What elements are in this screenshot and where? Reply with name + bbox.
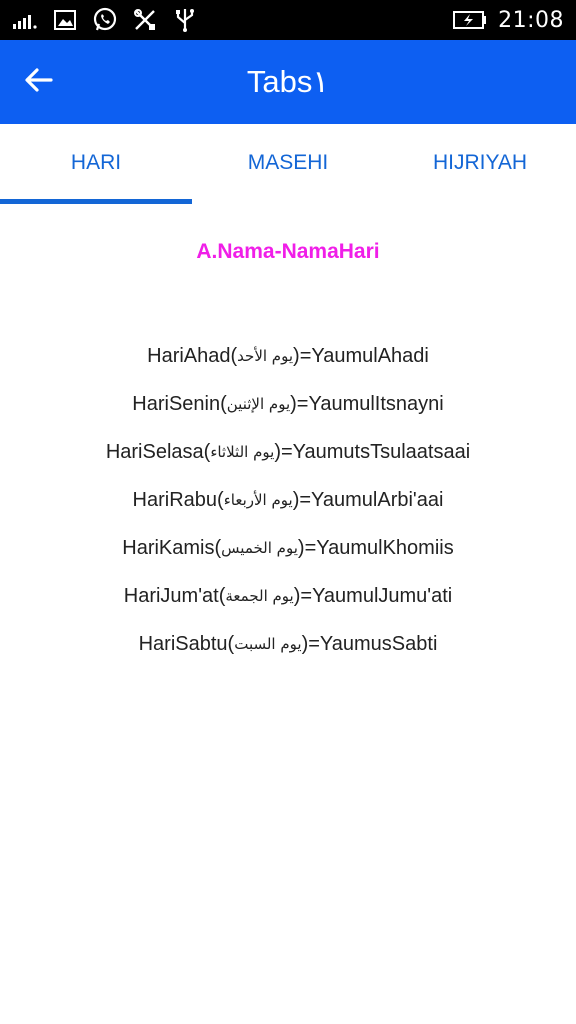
latin-name: HariJum'at( [123, 584, 226, 607]
transliteration: )=YaumulKhomiis [297, 536, 454, 559]
tab-label: HIJRIYAH [432, 151, 528, 174]
tab-hijriyah[interactable]: HIJRIYAH [384, 124, 576, 204]
page-title: Tabs١ [246, 64, 330, 99]
list-item: HariRabu(يوم الأربعاء)=YaumulArbi'aai [0, 476, 576, 524]
status-bar: 21:08 [0, 0, 576, 40]
tab-bar: HARI MASEHI HIJRIYAH [0, 124, 576, 204]
usb-icon [172, 7, 198, 33]
tab-hari[interactable]: HARI [0, 124, 192, 204]
transliteration: )=YaumutsTsulaatsaai [274, 440, 471, 463]
transliteration: )=YaumulAhadi [293, 344, 429, 367]
tab-label: HARI [70, 151, 122, 174]
status-icons-right: 21:08 [452, 7, 564, 33]
list-item: HariSenin(يوم الإثنين)=YaumulItsnayni [0, 380, 576, 428]
section-title: A.Nama-NamaHari [196, 240, 380, 263]
latin-name: HariAhad( [147, 344, 238, 367]
latin-name: HariKamis( [122, 536, 222, 559]
arabic-name: يوم الأربعاء [223, 491, 293, 509]
arabic-name: يوم الإثنين [226, 395, 291, 413]
latin-name: HariSabtu( [138, 632, 235, 655]
latin-name: HariSelasa( [105, 440, 211, 463]
arabic-name: يوم السبت [234, 635, 302, 653]
status-time: 21:08 [498, 7, 564, 33]
list-item: HariSabtu(يوم السبت)=YaumusSabti [0, 620, 576, 668]
transliteration: )=YaumusSabti [301, 632, 438, 655]
list-item: HariJum'at(يوم الجمعة)=YaumulJumu'ati [0, 572, 576, 620]
tools-icon [132, 7, 158, 33]
app-bar: Tabs١ [0, 40, 576, 124]
arabic-name: يوم الثلاثاء [210, 443, 275, 461]
tab-masehi[interactable]: MASEHI [192, 124, 384, 204]
signal-icon [12, 7, 38, 33]
arabic-name: يوم الأحد [237, 347, 294, 365]
tab-label: MASEHI [247, 151, 329, 174]
transliteration: )=YaumulArbi'aai [292, 488, 444, 511]
image-icon [52, 7, 78, 33]
list-item: HariSelasa(يوم الثلاثاء)=YaumutsTsulaats… [0, 428, 576, 476]
latin-name: HariRabu( [132, 488, 224, 511]
list-item: HariAhad(يوم الأحد)=YaumulAhadi [0, 332, 576, 380]
transliteration: )=YaumulJumu'ati [293, 584, 453, 607]
status-icons-left [12, 7, 198, 33]
list-item: HariKamis(يوم الخميس)=YaumulKhomiis [0, 524, 576, 572]
day-list: HariAhad(يوم الأحد)=YaumulAhadi HariSeni… [0, 332, 576, 668]
arabic-name: يوم الخميس [221, 539, 298, 557]
whatsapp-icon [92, 7, 118, 33]
arabic-name: يوم الجمعة [225, 587, 294, 605]
latin-name: HariSenin( [132, 392, 227, 415]
transliteration: )=YaumulItsnayni [290, 392, 444, 415]
battery-icon [452, 7, 488, 33]
